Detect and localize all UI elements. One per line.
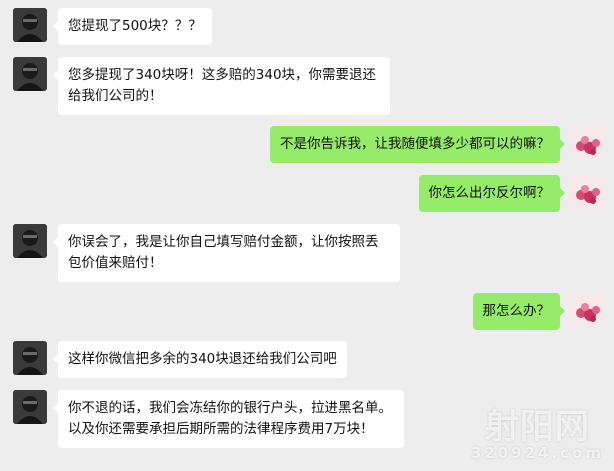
message-bubble-outgoing[interactable]: 你怎么出尔反尔啊？ — [418, 175, 565, 212]
message-bubble-outgoing[interactable]: 不是你告诉我，让我随便填多少都可以的嘛？ — [270, 126, 565, 163]
message-text: 不是你告诉我，让我随便填多少都可以的嘛？ — [280, 136, 550, 152]
message-text: 你怎么出尔反尔啊？ — [428, 185, 551, 201]
contact-avatar[interactable] — [13, 390, 47, 424]
message-text: 那怎么办？ — [482, 303, 551, 319]
person-silhouette-icon — [13, 390, 47, 424]
flower-avatar-icon — [570, 293, 604, 327]
my-avatar[interactable] — [570, 293, 604, 327]
contact-avatar[interactable] — [13, 57, 47, 91]
watermark-logo-text: 射阳网 — [484, 407, 590, 447]
person-silhouette-icon — [13, 8, 47, 42]
message-text: 您提现了500块？？？ — [68, 18, 202, 34]
message-text: 这样你微信把多余的340块退还给我们公司吧 — [68, 351, 337, 367]
contact-avatar[interactable] — [13, 224, 47, 258]
site-watermark: 射阳网 320924.com — [471, 409, 604, 461]
message-bubble-outgoing[interactable]: 那怎么办？ — [472, 293, 565, 330]
contact-avatar[interactable] — [13, 341, 47, 375]
contact-avatar[interactable] — [13, 8, 47, 42]
message-bubble-incoming[interactable]: 你不退的话，我们会冻结你的银行户头，拉进黑名单。以及你还需要承担后期所需的法律程… — [53, 390, 404, 448]
my-avatar[interactable] — [570, 175, 604, 209]
flower-avatar-icon — [570, 175, 604, 209]
message-text: 你误会了，我是让你自己填写赔付金额，让你按照丢包价值来赔付！ — [68, 234, 379, 271]
person-silhouette-icon — [13, 57, 47, 91]
person-silhouette-icon — [13, 341, 47, 375]
my-avatar[interactable] — [570, 126, 604, 160]
watermark-domain: 320924.com — [470, 444, 604, 462]
message-bubble-incoming[interactable]: 您多提现了340块呀！这多赔的340块，你需要退还给我们公司的！ — [53, 57, 390, 115]
message-bubble-incoming[interactable]: 这样你微信把多余的340块退还给我们公司吧 — [53, 341, 347, 378]
person-silhouette-icon — [13, 224, 47, 258]
message-text: 你不退的话，我们会冻结你的银行户头，拉进黑名单。以及你还需要承担后期所需的法律程… — [68, 400, 392, 437]
message-bubble-incoming[interactable]: 你误会了，我是让你自己填写赔付金额，让你按照丢包价值来赔付！ — [53, 224, 400, 282]
message-text: 您多提现了340块呀！这多赔的340块，你需要退还给我们公司的！ — [68, 67, 377, 104]
flower-avatar-icon — [570, 126, 604, 160]
message-bubble-incoming[interactable]: 您提现了500块？？？ — [53, 8, 212, 45]
